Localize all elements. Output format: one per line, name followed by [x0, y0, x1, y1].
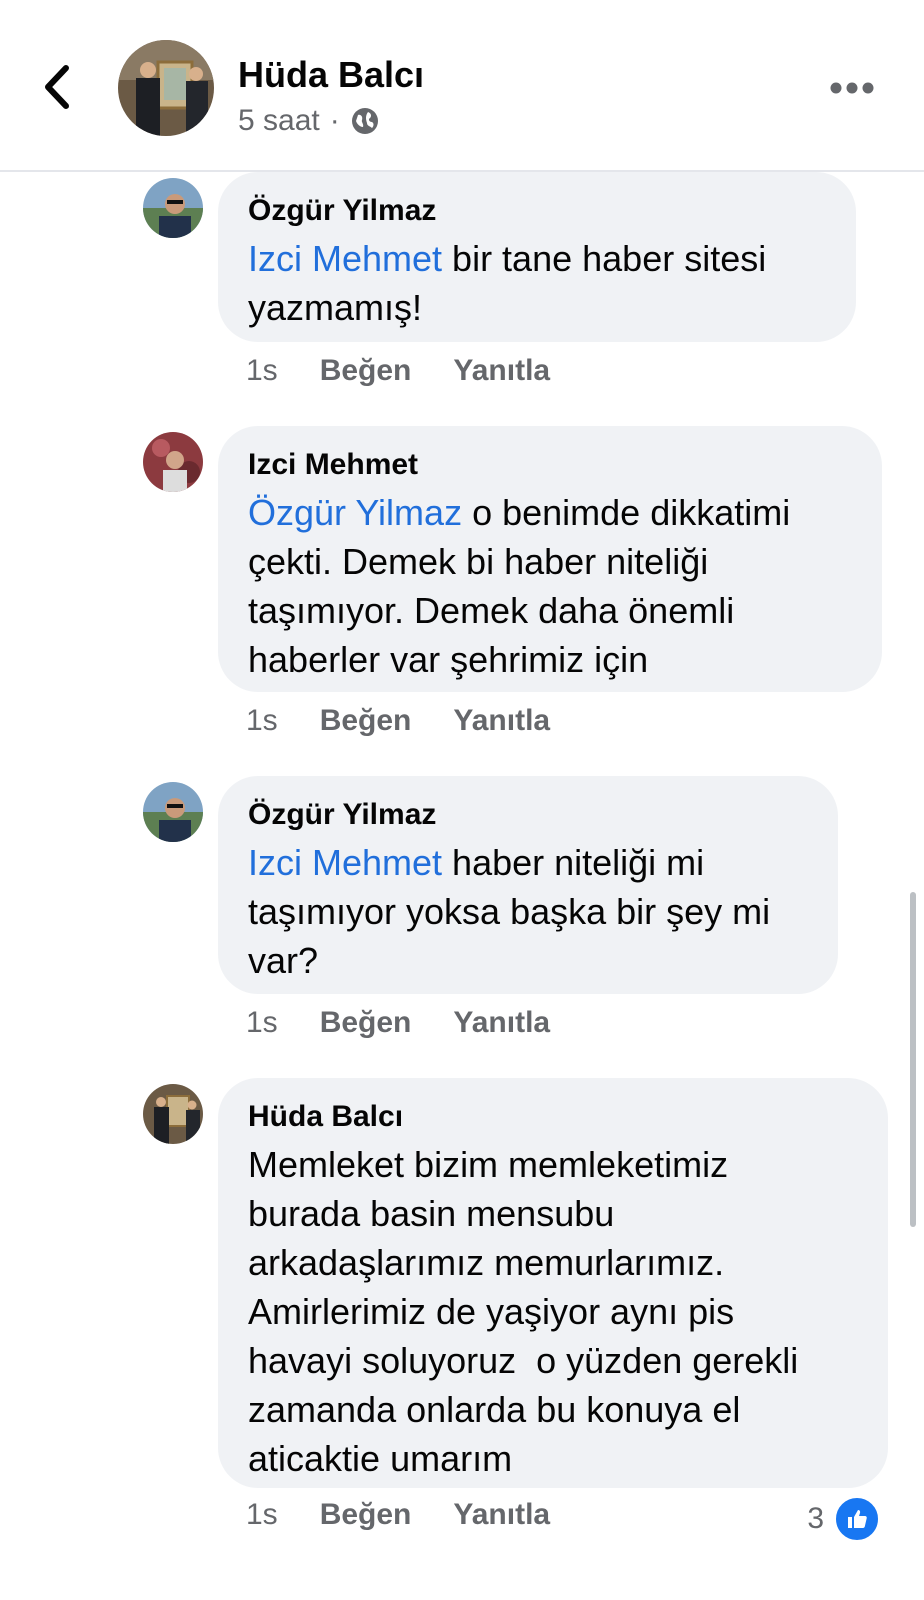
comment-bubble[interactable]: Hüda Balcı Memleket bizim memleketimiz b… — [218, 1078, 888, 1488]
more-options-button[interactable] — [830, 80, 874, 96]
avatar[interactable] — [118, 40, 214, 136]
avatar-image — [143, 178, 203, 238]
post-header: Hüda Balcı 5 saat · — [0, 0, 924, 172]
comment-text: Izci Mehmet bir tane haber sitesi yazmam… — [248, 234, 826, 332]
avatar-image — [143, 782, 203, 842]
comment-author[interactable]: Özgür Yilmaz — [248, 798, 808, 832]
post-time[interactable]: 5 saat — [238, 104, 320, 138]
reply-button[interactable]: Yanıtla — [453, 704, 550, 738]
reply-button[interactable]: Yanıtla — [453, 354, 550, 388]
avatar[interactable] — [143, 178, 203, 238]
comment-author[interactable]: Izci Mehmet — [248, 448, 852, 482]
meta-separator: · — [329, 104, 340, 137]
mention-link[interactable]: Özgür Yilmaz — [248, 492, 462, 533]
mention-link[interactable]: Izci Mehmet — [248, 842, 442, 883]
comment-text: Izci Mehmet haber niteliği mi taşımıyor … — [248, 838, 808, 985]
post-meta: 5 saat · — [238, 104, 380, 138]
reply-button[interactable]: Yanıtla — [453, 1006, 550, 1040]
avatar-image — [143, 1084, 203, 1144]
scrollbar[interactable] — [910, 892, 916, 1227]
more-horizontal-icon — [830, 82, 874, 94]
comment-author[interactable]: Hüda Balcı — [248, 1100, 858, 1134]
comment-bubble[interactable]: Özgür Yilmaz Izci Mehmet bir tane haber … — [218, 172, 856, 342]
comment-bubble[interactable]: Özgür Yilmaz Izci Mehmet haber niteliği … — [218, 776, 838, 994]
chevron-left-icon — [45, 65, 69, 109]
comment-text: Memleket bizim memleketimiz burada basin… — [248, 1140, 858, 1483]
reaction-count: 3 — [807, 1502, 824, 1535]
like-button[interactable]: Beğen — [320, 704, 412, 738]
thumbs-up-icon — [834, 1496, 880, 1542]
avatar-image — [143, 432, 203, 492]
comment-time[interactable]: 1s — [246, 1498, 278, 1532]
reply-button[interactable]: Yanıtla — [453, 1498, 550, 1532]
comment-actions: 1s Beğen Yanıtla — [246, 704, 592, 738]
reaction-summary[interactable]: 3 — [807, 1496, 880, 1542]
mention-link[interactable]: Izci Mehmet — [248, 238, 442, 279]
page-title[interactable]: Hüda Balcı — [238, 54, 424, 96]
comment-time[interactable]: 1s — [246, 704, 278, 738]
comment-body: Memleket bizim memleketimiz burada basin… — [248, 1144, 799, 1479]
avatar-image — [118, 40, 214, 136]
comment-author[interactable]: Özgür Yilmaz — [248, 194, 826, 228]
avatar[interactable] — [143, 782, 203, 842]
comment-time[interactable]: 1s — [246, 1006, 278, 1040]
comment-time[interactable]: 1s — [246, 354, 278, 388]
comment-actions: 1s Beğen Yanıtla — [246, 1006, 592, 1040]
like-button[interactable]: Beğen — [320, 1498, 412, 1532]
like-button[interactable]: Beğen — [320, 1006, 412, 1040]
avatar[interactable] — [143, 432, 203, 492]
comment-text: Özgür Yilmaz o benimde dikkatimi çekti. … — [248, 488, 852, 684]
comment-bubble[interactable]: Izci Mehmet Özgür Yilmaz o benimde dikka… — [218, 426, 882, 692]
comment-list[interactable]: Özgür Yilmaz Izci Mehmet bir tane haber … — [0, 172, 924, 1600]
comment-actions: 1s Beğen Yanıtla — [246, 1498, 592, 1532]
comment-actions: 1s Beğen Yanıtla — [246, 354, 592, 388]
back-button[interactable] — [36, 62, 80, 112]
avatar[interactable] — [143, 1084, 203, 1144]
like-button[interactable]: Beğen — [320, 354, 412, 388]
globe-icon — [351, 108, 378, 134]
